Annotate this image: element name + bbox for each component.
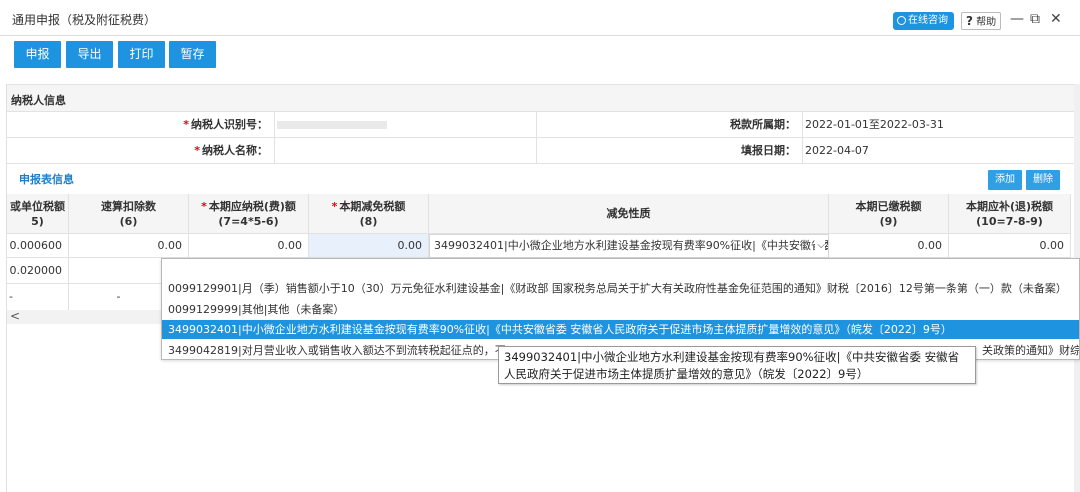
col-header-paid: 本期已缴税额 (9)	[829, 194, 949, 234]
taxpayer-id-label: * 纳税人识别号：	[7, 112, 275, 138]
col-header-unit-tax: 或单位税额 5)	[7, 194, 69, 234]
online-consult-button[interactable]: 在线咨询	[893, 12, 954, 30]
save-draft-button[interactable]: 暂存	[169, 41, 216, 68]
minimize-icon[interactable]: —	[1010, 10, 1024, 28]
tooltip-line-1: 3499032401|中小微企业地方水利建设基金按现有费率90%征收|《中共安徽…	[504, 350, 960, 364]
taxpayer-name-value	[275, 138, 537, 164]
tooltip-line-2: 人民政府关于促进市场主体提质扩量增效的意见》（皖发〔2022〕9号）	[504, 367, 869, 381]
dropdown-option-tail: 关政策的通知》财综	[982, 344, 1080, 357]
print-button[interactable]: 打印	[118, 41, 165, 68]
tax-period-value: 2022-01-01至2022-03-31	[805, 118, 944, 131]
cell-paid[interactable]: 0.00	[829, 234, 949, 258]
close-icon[interactable]: ✕	[1050, 10, 1062, 28]
restore-icon[interactable]: ⧉	[1030, 10, 1040, 28]
window-titlebar: 通用申报（税及附征税费） 在线咨询 ? 帮助 — ⧉ ✕	[0, 0, 1080, 36]
relief-nature-dropdown: 0099129901|月（季）销售额小于10（30）万元免征水利建设基金|《财政…	[161, 258, 1080, 360]
cell-unit-tax[interactable]: 0.000600	[7, 234, 69, 258]
online-consult-label: 在线咨询	[908, 15, 948, 26]
cell-quick-deduction[interactable]: -	[69, 284, 169, 310]
col-header-relief-nature: 减免性质	[429, 194, 829, 234]
dropdown-option[interactable]: 0099129901|月（季）销售额小于10（30）万元免征水利建设基金|《财政…	[162, 279, 1079, 298]
scroll-left-icon[interactable]: <	[10, 309, 20, 323]
taxpayer-row-1: * 纳税人识别号： 税款所属期： 2022-01-01至2022-03-31	[7, 112, 1080, 138]
cell-payable[interactable]: 0.00	[189, 234, 309, 258]
col-header-relief: * 本期减免税额 (8)	[309, 194, 429, 234]
fill-date-label: 填报日期：	[537, 138, 803, 164]
dropdown-option[interactable]: 0099129999|其他|其他（未备案）	[162, 300, 1079, 319]
col-header-quick-deduction: 速算扣除数 (6)	[69, 194, 189, 234]
cell-quick-deduction[interactable]: 0.00	[69, 234, 189, 258]
taxpayer-section-header: 纳税人信息	[7, 84, 1080, 112]
horizontal-scrollbar[interactable]: <	[7, 309, 169, 324]
fill-date-value: 2022-04-07	[805, 144, 869, 157]
col-header-payable: * 本期应纳税(费)额 (7=4*5-6)	[189, 194, 309, 234]
cell-unit-tax[interactable]: -	[7, 284, 69, 310]
help-label: 帮助	[976, 17, 997, 28]
tax-period-label: 税款所属期：	[537, 112, 803, 138]
relief-nature-selected: 3499032401|中小微企业地方水利建设基金按现有费率90%征收|《中共安徽…	[434, 239, 829, 252]
cell-unit-tax[interactable]: 0.020000	[7, 258, 69, 284]
chevron-down-icon: ⌵	[815, 235, 825, 257]
col-header-due: 本期应补(退)税额 (10=7-8-9)	[949, 194, 1071, 234]
taxpayer-id-value	[275, 112, 537, 138]
declaration-section-title: 申报表信息	[19, 173, 74, 186]
declare-button[interactable]: 申报	[14, 41, 61, 68]
taxpayer-name-label: * 纳税人名称：	[7, 138, 275, 164]
taxpayer-row-2: * 纳税人名称： 填报日期： 2022-04-07	[7, 138, 1080, 164]
add-row-button[interactable]: 添加	[988, 170, 1022, 190]
headset-icon	[897, 16, 906, 25]
relief-nature-select[interactable]: 3499032401|中小微企业地方水利建设基金按现有费率90%征收|《中共安徽…	[429, 234, 829, 258]
help-button[interactable]: ? 帮助	[961, 12, 1001, 30]
dropdown-option-highlighted[interactable]: 3499032401|中小微企业地方水利建设基金按现有费率90%征收|《中共安徽…	[162, 320, 1079, 339]
toolbar: 申报 导出 打印 暂存	[0, 36, 1080, 78]
window-title: 通用申报（税及附征税费）	[12, 13, 157, 27]
cell-due[interactable]: 0.00	[949, 234, 1071, 258]
export-button[interactable]: 导出	[66, 41, 113, 68]
option-tooltip: 3499032401|中小微企业地方水利建设基金按现有费率90%征收|《中共安徽…	[498, 346, 976, 384]
cell-relief[interactable]: 0.00	[309, 234, 429, 258]
taxpayer-section-title: 纳税人信息	[11, 94, 66, 107]
question-icon: ?	[966, 14, 973, 28]
delete-row-button[interactable]: 删除	[1026, 170, 1060, 190]
cell-quick-deduction[interactable]	[69, 258, 169, 284]
dropdown-option-text: 3499042819|对月营业收入或销售收入额达不到流转税起征点的，不	[168, 344, 506, 357]
